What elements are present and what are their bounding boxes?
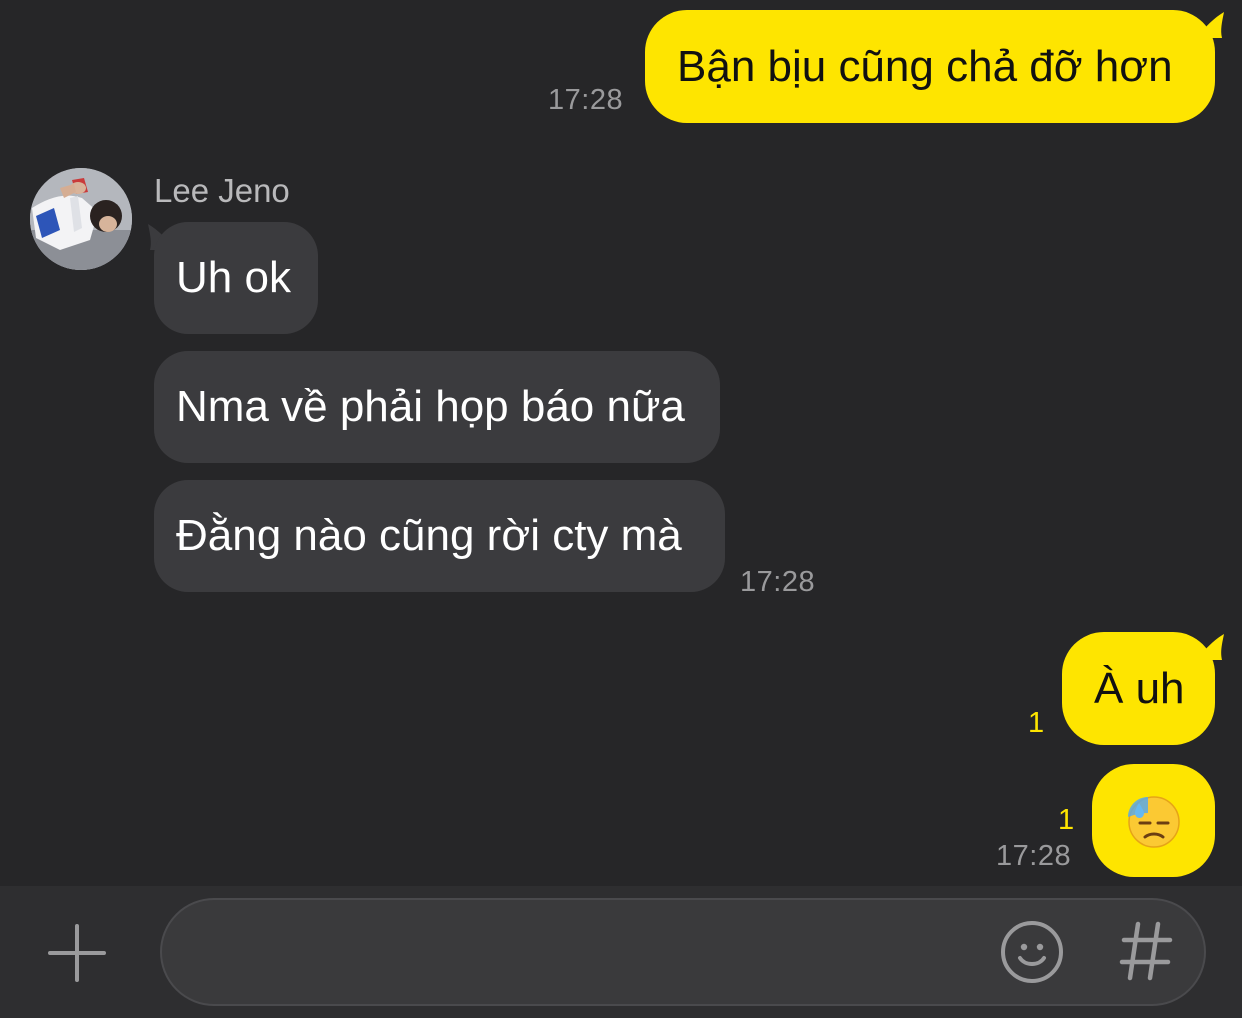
unread-count: 1	[1028, 707, 1045, 739]
contact-avatar[interactable]	[30, 168, 132, 270]
smiley-icon[interactable]	[1000, 920, 1064, 984]
unread-count: 1	[1058, 804, 1075, 836]
plus-icon[interactable]	[48, 924, 106, 982]
message-text: Đằng nào cũng rời cty mà	[176, 511, 682, 560]
their-message-bubble[interactable]: Uh ok	[154, 222, 318, 334]
message-time: 17:28	[740, 566, 816, 598]
message-time: 17:28	[996, 840, 1072, 872]
avatar-photo	[30, 168, 132, 270]
downcast-face-with-sweat-icon	[1127, 795, 1180, 848]
my-emoji-bubble[interactable]	[1092, 764, 1215, 877]
their-message-bubble[interactable]: Đằng nào cũng rời cty mà	[154, 480, 725, 592]
message-text: Nma về phải họp báo nữa	[176, 382, 685, 431]
contact-name: Lee Jeno	[154, 172, 290, 209]
their-message-bubble[interactable]: Nma về phải họp báo nữa	[154, 351, 720, 463]
hash-icon[interactable]	[1118, 920, 1174, 982]
bubble-tail	[1196, 634, 1224, 660]
message-time: 17:28	[548, 84, 624, 116]
message-text: Uh ok	[176, 253, 291, 302]
chat-screen: 17:28 Bận bịu cũng chả đỡ hơn Lee Jeno U…	[0, 0, 1242, 1018]
my-message-bubble[interactable]: Bận bịu cũng chả đỡ hơn	[645, 10, 1215, 123]
my-message-bubble[interactable]: À uh	[1062, 632, 1215, 745]
message-text: Bận bịu cũng chả đỡ hơn	[677, 41, 1173, 91]
bubble-tail	[1196, 12, 1224, 38]
message-text: À uh	[1094, 663, 1185, 713]
